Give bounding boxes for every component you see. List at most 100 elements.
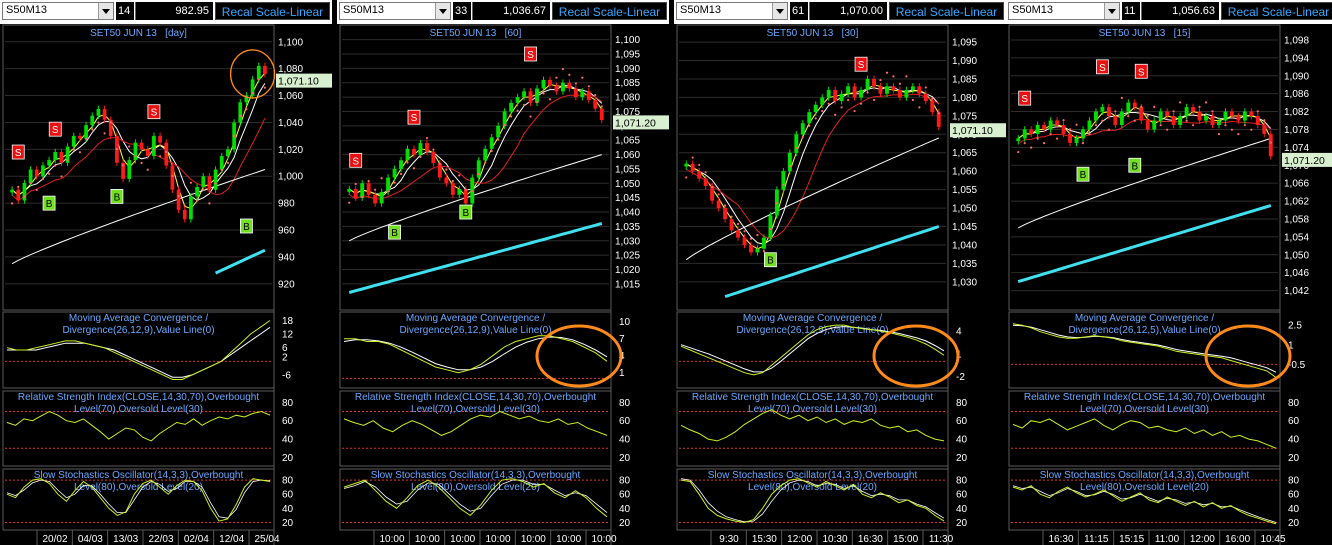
chart-panel-1[interactable]: S50M13 14 982.95 Recal Scale-Linear 1,100 1,0… [0,0,332,545]
rsi-label-line2: Level(70),Oversold Level(30) [74,404,203,415]
candle [1178,112,1183,129]
candle [554,82,559,95]
candle [560,79,565,95]
sar-dot [464,188,467,191]
candle [768,212,773,241]
candle [201,172,206,191]
price-tick-label: 1,090 [952,56,977,67]
macd-tick-label: 12 [282,330,294,341]
sell-signal-badge: S [1096,59,1109,75]
chart-panel-3[interactable]: S50M13 61 1,070.00 Recal Scale-Linear 1,095 1… [674,0,1006,545]
x-tick-label: 10:00 [379,534,404,545]
sar-dot [561,67,565,71]
rsi-tick-label: 80 [282,398,294,409]
signal-label: S [1138,67,1145,78]
candle [152,132,156,160]
sar-dot [1172,110,1175,113]
price-tick-label: 1,020 [278,145,303,156]
sar-dot [892,75,895,78]
stochastic-tick-label: 80 [956,476,968,487]
price-tick-label: 1,080 [615,93,640,104]
candle [90,112,95,129]
sar-dot [866,91,869,94]
x-tick-label: 15:15 [1119,534,1144,545]
sar-dot [78,151,82,154]
sar-dot [23,195,26,198]
sar-dot [821,109,824,113]
macd-label-line1: Moving Average Convergence / [69,313,209,324]
stochastic-tick-label: 20 [1288,518,1300,529]
sar-dot [594,93,597,97]
signal-label: S [52,125,59,136]
rsi-tick-label: 40 [282,435,294,446]
buy-signal-badge: B [240,218,253,234]
chart-panel-2[interactable]: S50M13 33 1,036.67 Recal Scale-Linear 1,100 1… [337,0,669,545]
sar-dot [91,128,94,131]
sar-dot [801,135,804,138]
candle [347,185,352,196]
stochastic-tick-label: 20 [619,518,631,529]
candle [379,188,384,207]
sar-dot [711,185,714,189]
sell-signal-badge: S [854,56,868,72]
stochastic-tick-label: 40 [956,504,968,515]
sar-dot [574,82,577,85]
sar-dot [1114,110,1117,113]
stochastic-label-line2: Level(80),Oversold Level(20) [1080,482,1209,493]
x-tick-label: 16:30 [858,534,883,545]
sar-dot [1023,142,1026,145]
macd-tick-label: 1 [619,368,625,379]
candle [509,99,514,115]
price-tick-label: 1,100 [615,35,640,46]
sar-dot [555,76,558,79]
sar-dot [374,188,377,191]
price-tick-label: 1,045 [615,193,640,204]
sar-dot [529,115,532,118]
macd-label-line1: Moving Average Convergence / [406,313,546,324]
sar-dot [879,78,882,82]
sar-dot [245,108,248,111]
sar-dot [827,102,830,105]
candles [684,75,941,256]
candle [852,83,857,101]
candle [1152,117,1157,133]
sar-dot [736,222,740,226]
buy-signal-badge: B [1128,157,1142,173]
macd-label-line2: Divergence(26,12,5),Value Line(0) [1068,325,1220,336]
price-grid [5,41,272,285]
price-tick-label: 1,035 [952,259,977,270]
sar-dot [723,204,727,207]
x-tick-label: 10:00 [450,534,475,545]
sar-dot [1217,133,1221,136]
stochastic-tick-label: 80 [282,476,294,487]
sar-dot [1224,124,1227,127]
buy-signal-badge: B [110,189,124,204]
price-tick-label: 1,095 [615,49,640,60]
rsi-tick-label: 80 [956,398,968,409]
sar-dot [1256,110,1259,113]
candle [586,88,591,104]
sar-dot [103,132,106,135]
price-tick-label: 1,085 [615,78,640,89]
sar-dot [814,117,817,120]
sar-dot [1243,124,1246,127]
sar-dot [762,250,766,253]
sar-dot [924,86,927,89]
signal-label: S [1021,94,1028,105]
stochastic-tick-label: 40 [619,504,631,515]
price-tick-label: 1,100 [278,37,303,48]
signal-label: B [767,256,774,267]
rsi-tick-label: 20 [956,453,968,464]
sar-dot [1068,128,1072,131]
sar-dot [146,168,149,171]
sar-dot [769,228,772,231]
candle [10,186,14,196]
signal-label: S [1099,63,1106,74]
sar-dot [152,148,156,151]
sar-dot [1101,119,1104,122]
chart-panel-4[interactable]: S50M13 11 1,056.63 Recal Scale-Linear 1,098 1… [1006,0,1332,545]
candle [1242,108,1247,124]
sar-dot [432,148,435,151]
candle [787,149,792,175]
parabolic-sar [685,71,940,253]
